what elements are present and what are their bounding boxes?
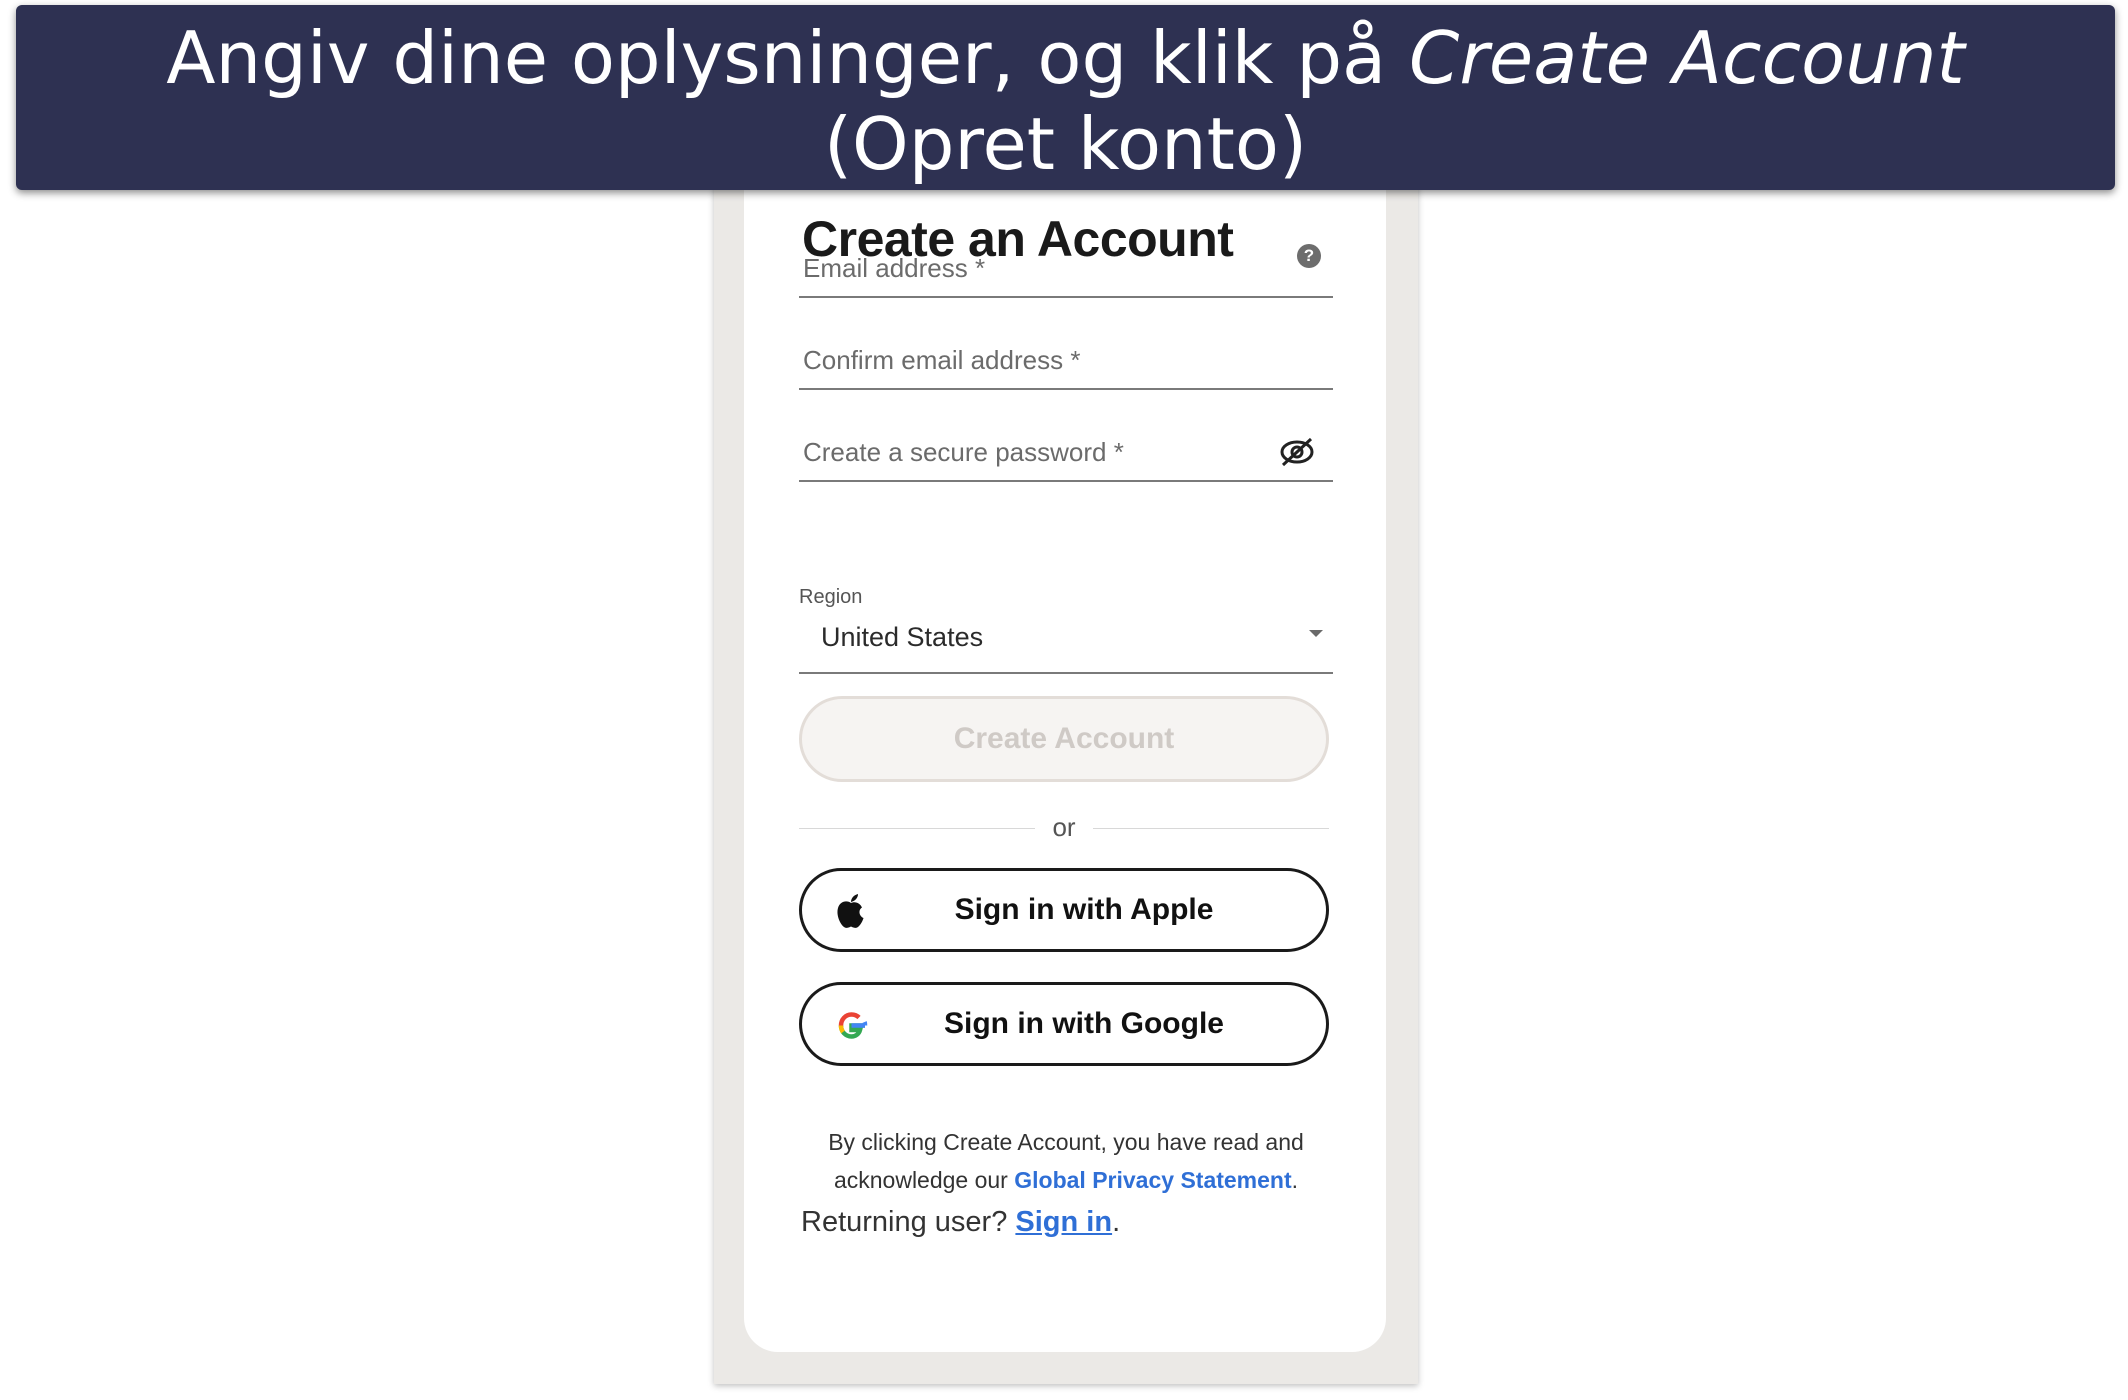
sign-in-google-button[interactable]: Sign in with Google [799, 982, 1329, 1066]
caption-emphasis: Create Account [1409, 16, 1965, 100]
caption-banner: Angiv dine oplysninger, og klik på Creat… [16, 5, 2115, 190]
caption-part2: (Opret konto) [823, 102, 1308, 186]
chevron-down-icon [1309, 630, 1323, 637]
help-icon[interactable]: ? [1297, 244, 1321, 268]
region-label: Region [799, 586, 863, 608]
caption-part1: Angiv dine oplysninger, og klik på [166, 16, 1410, 100]
sign-in-link[interactable]: Sign in [1015, 1206, 1112, 1238]
region-select[interactable]: United States [799, 612, 1333, 674]
email-input[interactable] [803, 253, 1283, 284]
region-value: United States [821, 622, 984, 652]
password-input[interactable] [803, 437, 1283, 468]
email-field[interactable]: ? [799, 226, 1333, 298]
google-button-label: Sign in with Google [944, 1007, 1224, 1040]
confirm-email-field[interactable] [799, 318, 1333, 390]
legal-notice: By clicking Create Account, you have rea… [799, 1123, 1333, 1199]
sign-in-apple-button[interactable]: Sign in with Apple [799, 868, 1329, 952]
returning-text: Returning user? [801, 1206, 1016, 1238]
screenshot-stage: Angiv dine oplysninger, og klik på Creat… [0, 0, 2128, 1400]
divider-line-right [1093, 828, 1329, 829]
create-account-button[interactable]: Create Account [799, 696, 1329, 782]
browser-frame: Create an Account ? Region United States [714, 150, 1418, 1384]
or-divider: or [799, 810, 1329, 846]
apple-button-label: Sign in with Apple [954, 893, 1214, 926]
confirm-email-input[interactable] [803, 345, 1283, 376]
returning-user: Returning user? Sign in. [801, 1206, 1120, 1239]
eye-off-icon[interactable] [1277, 436, 1317, 468]
signup-card: Create an Account ? Region United States [744, 150, 1386, 1352]
legal-end: . [1291, 1167, 1299, 1193]
privacy-statement-link[interactable]: Global Privacy Statement [1014, 1167, 1291, 1193]
password-field[interactable] [799, 410, 1333, 482]
returning-end: . [1112, 1206, 1121, 1238]
